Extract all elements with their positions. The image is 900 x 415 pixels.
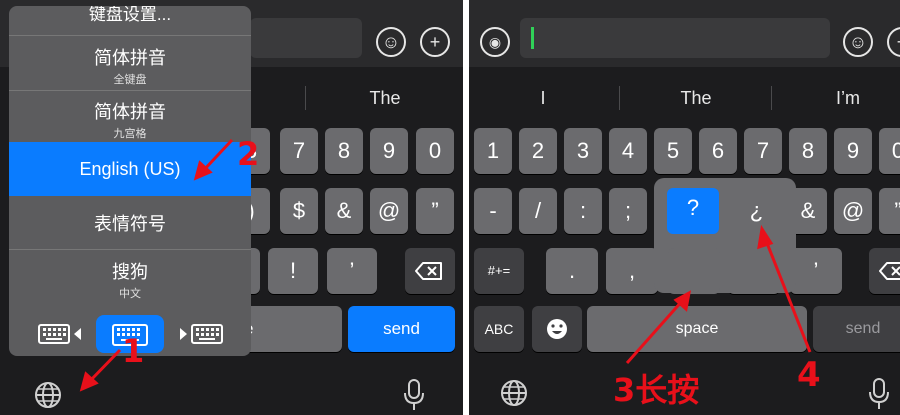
annotation-step-4: 4 [797, 355, 821, 395]
annotation-step-2: 2 [237, 135, 260, 173]
arrow-4-head [757, 224, 774, 250]
arrow-1 [86, 348, 122, 385]
arrow-3 [625, 299, 685, 364]
annotation-step-3: 3长按 [613, 371, 700, 409]
arrow-4 [763, 237, 812, 353]
annotation-step-1: 1 [122, 332, 145, 370]
